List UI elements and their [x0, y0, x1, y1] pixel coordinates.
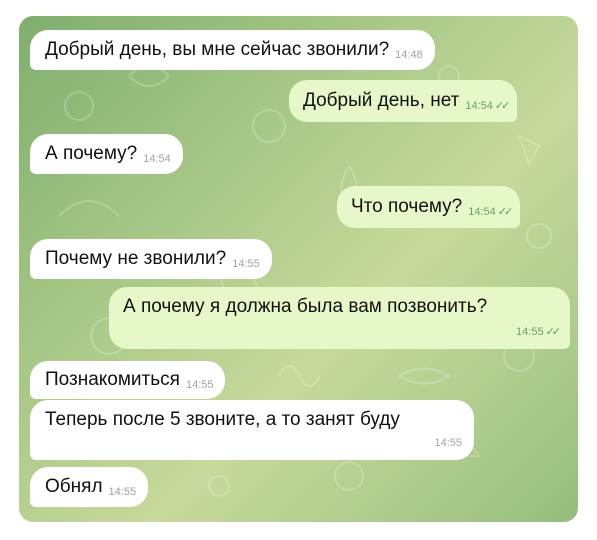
message-bubble[interactable]: Почему не звонили? 14:55 — [30, 239, 272, 279]
message-time: 14:55 — [232, 258, 260, 270]
message-time: 14:55 — [516, 326, 544, 338]
message-time: 14:48 — [395, 49, 423, 61]
message-text: Почему не звонили? — [45, 248, 227, 269]
message-time: 14:55 — [185, 379, 214, 391]
message-bubble[interactable]: Добрый день, нет 14:54 ✓✓ — [289, 80, 518, 122]
message-bubble[interactable]: Обнял 14:55 — [30, 467, 149, 507]
message-meta: 14:55 — [428, 429, 462, 454]
message-text: Обнял — [45, 476, 103, 497]
message-bubble[interactable]: Теперь после 5 звоните, а то занят буду … — [30, 400, 474, 460]
message-bubble[interactable]: Что почему? 14:54 ✓✓ — [337, 186, 521, 228]
read-check-icon: ✓✓ — [545, 326, 562, 338]
message-text: Познакомиться — [45, 369, 180, 390]
read-check-icon: ✓✓ — [497, 206, 514, 218]
message-text: Что почему? — [351, 196, 463, 217]
message-text: А почему? — [45, 143, 138, 164]
message-time: 14:55 — [108, 486, 137, 498]
message-bubble[interactable]: А почему я должна была вам позвонить? 14… — [109, 287, 570, 349]
read-check-icon: ✓✓ — [494, 100, 511, 112]
message-bubble[interactable]: Познакомиться 14:55 — [30, 361, 226, 399]
message-time: 14:54 — [465, 100, 493, 112]
message-meta: 14:55 ✓✓ — [510, 318, 562, 343]
message-time: 14:55 — [434, 437, 462, 449]
message-bubble[interactable]: Добрый день, вы мне сейчас звонили? 14:48 — [30, 30, 435, 70]
message-bubble[interactable]: А почему? 14:54 — [30, 134, 183, 174]
message-time: 14:54 — [468, 206, 496, 218]
message-text: А почему я должна была вам позвонить? — [123, 296, 488, 317]
message-text: Добрый день, вы мне сейчас звонили? — [45, 39, 390, 60]
message-time: 14:54 — [143, 153, 171, 165]
message-text: Добрый день, нет — [303, 90, 460, 111]
message-text: Теперь после 5 звоните, а то занят буду — [45, 409, 400, 430]
